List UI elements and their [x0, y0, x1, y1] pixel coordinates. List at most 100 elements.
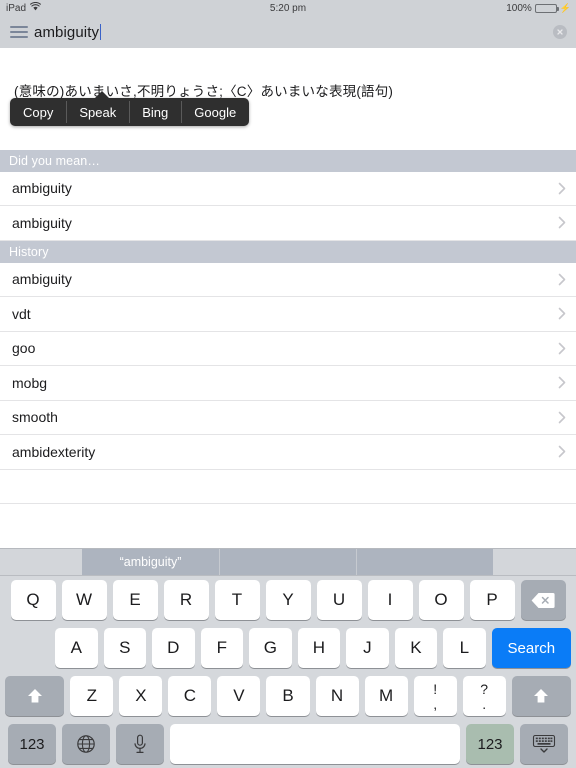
key-a[interactable]: A: [55, 628, 98, 668]
key-g[interactable]: G: [249, 628, 292, 668]
popup-item-google[interactable]: Google: [181, 98, 249, 126]
key-u[interactable]: U: [316, 580, 362, 620]
key-b[interactable]: B: [266, 676, 310, 716]
definition-text: (意味の)あいまいさ,不明りょうさ;〈C〉あいまいな表現(語句): [14, 84, 394, 99]
suggestion-spacer-right: [493, 549, 576, 575]
key-k[interactable]: K: [394, 628, 438, 668]
key-p[interactable]: P: [469, 580, 515, 620]
popup-item-copy[interactable]: Copy: [10, 98, 66, 126]
list-item[interactable]: ambidexterity: [0, 435, 576, 470]
popup-item-bing[interactable]: Bing: [129, 98, 181, 126]
key-h[interactable]: H: [297, 628, 341, 668]
backspace-icon[interactable]: [520, 580, 566, 620]
hamburger-menu-icon[interactable]: [0, 26, 34, 38]
key-r[interactable]: R: [163, 580, 209, 620]
key-question-period[interactable]: ? .: [462, 676, 506, 716]
list-item[interactable]: ambiguity: [0, 262, 576, 298]
list-item-label: mobg: [12, 374, 48, 391]
search-input[interactable]: ambiguity: [34, 23, 102, 41]
battery-percent-label: 100%: [506, 2, 532, 14]
edit-action-popup: Copy Speak Bing Google: [10, 91, 250, 126]
shift-arrow-icon-left[interactable]: [5, 676, 65, 716]
key-question-label: ?: [480, 680, 489, 697]
keyboard-row-4: 123 123: [0, 720, 576, 768]
hide-keyboard-icon[interactable]: [520, 724, 568, 764]
suggestion-item-2[interactable]: [219, 549, 356, 575]
clear-search-button[interactable]: [553, 25, 567, 39]
key-i[interactable]: I: [367, 580, 413, 620]
status-bar-right: 100% ⚡: [506, 3, 576, 14]
list-item-empty: [0, 469, 576, 505]
key-v[interactable]: V: [217, 676, 261, 716]
key-period-label: .: [482, 695, 487, 712]
list-item-label: smooth: [12, 409, 58, 426]
key-d[interactable]: D: [152, 628, 195, 668]
keyboard-row-3: Z X C V B N M ! , ? .: [0, 672, 576, 720]
status-bar-clock: 5:20 pm: [269, 2, 307, 14]
list-item-label: ambiguity: [12, 180, 72, 197]
chevron-right-icon: [558, 182, 566, 195]
keyboard-suggestion-bar: “ambiguity”: [0, 549, 576, 576]
key-l[interactable]: L: [443, 628, 486, 668]
chevron-right-icon: [558, 411, 566, 424]
space-key[interactable]: [170, 724, 460, 764]
status-bar: iPad 5:20 pm 100% ⚡: [0, 0, 576, 16]
key-y[interactable]: Y: [265, 580, 311, 620]
key-comma-label: ,: [433, 695, 438, 712]
key-q[interactable]: Q: [10, 580, 56, 620]
keyboard-row-2: A S D F G H J K L Search: [0, 624, 576, 672]
list-item[interactable]: ambiguity: [0, 206, 576, 241]
popup-menu: Copy Speak Bing Google: [10, 98, 250, 126]
list-item-label: ambiguity: [12, 271, 72, 288]
chevron-right-icon: [558, 273, 566, 286]
search-input-value: ambiguity: [34, 23, 100, 41]
key-exclamation-label: !: [433, 680, 438, 697]
suggestion-spacer: [0, 549, 82, 575]
globe-icon[interactable]: [62, 724, 110, 764]
key-o[interactable]: O: [418, 580, 464, 620]
key-w[interactable]: W: [61, 580, 107, 620]
list-item-label: goo: [12, 340, 36, 357]
text-caret: [100, 24, 102, 40]
chevron-right-icon: [558, 307, 566, 320]
list-item-label: ambidexterity: [12, 443, 96, 460]
key-s[interactable]: S: [103, 628, 147, 668]
chevron-right-icon: [558, 376, 566, 389]
section-header-history: History: [0, 240, 576, 263]
list-item-label: vdt: [12, 305, 31, 322]
popup-item-speak[interactable]: Speak: [66, 98, 129, 126]
chevron-right-icon: [558, 342, 566, 355]
key-j[interactable]: J: [346, 628, 389, 668]
key-m[interactable]: M: [364, 676, 408, 716]
key-e[interactable]: E: [112, 580, 158, 620]
key-exclamation-comma[interactable]: ! ,: [413, 676, 457, 716]
shift-arrow-icon-right[interactable]: [511, 676, 572, 716]
key-c[interactable]: C: [168, 676, 212, 716]
suggestion-item-3[interactable]: [356, 549, 493, 575]
chevron-right-icon: [558, 445, 566, 458]
key-z[interactable]: Z: [70, 676, 114, 716]
charging-bolt-icon: ⚡: [559, 2, 571, 13]
onscreen-keyboard: “ambiguity” Q W E R T Y U I O P A S D F …: [0, 548, 576, 768]
battery-icon: [534, 3, 559, 13]
chevron-right-icon: [558, 216, 566, 229]
key-t[interactable]: T: [214, 580, 260, 620]
list-item[interactable]: smooth: [0, 400, 576, 436]
main-content: Copy Speak Bing Google (意味の)あいまいさ,不明りょうさ…: [0, 48, 576, 505]
list-item[interactable]: ambiguity: [0, 171, 576, 207]
key-n[interactable]: N: [315, 676, 359, 716]
list-item[interactable]: vdt: [0, 297, 576, 332]
section-header-did-you-mean: Did you mean…: [0, 149, 576, 172]
suggestion-item-1[interactable]: “ambiguity”: [82, 549, 219, 575]
search-key[interactable]: Search: [491, 628, 571, 668]
key-f[interactable]: F: [200, 628, 244, 668]
numbers-key-left[interactable]: 123: [8, 724, 56, 764]
numbers-key-right[interactable]: 123: [466, 724, 514, 764]
keyboard-row-1: Q W E R T Y U I O P: [0, 576, 576, 624]
list-item[interactable]: mobg: [0, 366, 576, 401]
microphone-icon[interactable]: [116, 724, 164, 764]
search-bar: ambiguity: [0, 16, 576, 48]
list-item-label: ambiguity: [12, 214, 72, 231]
key-x[interactable]: X: [119, 676, 163, 716]
list-item[interactable]: goo: [0, 331, 576, 367]
